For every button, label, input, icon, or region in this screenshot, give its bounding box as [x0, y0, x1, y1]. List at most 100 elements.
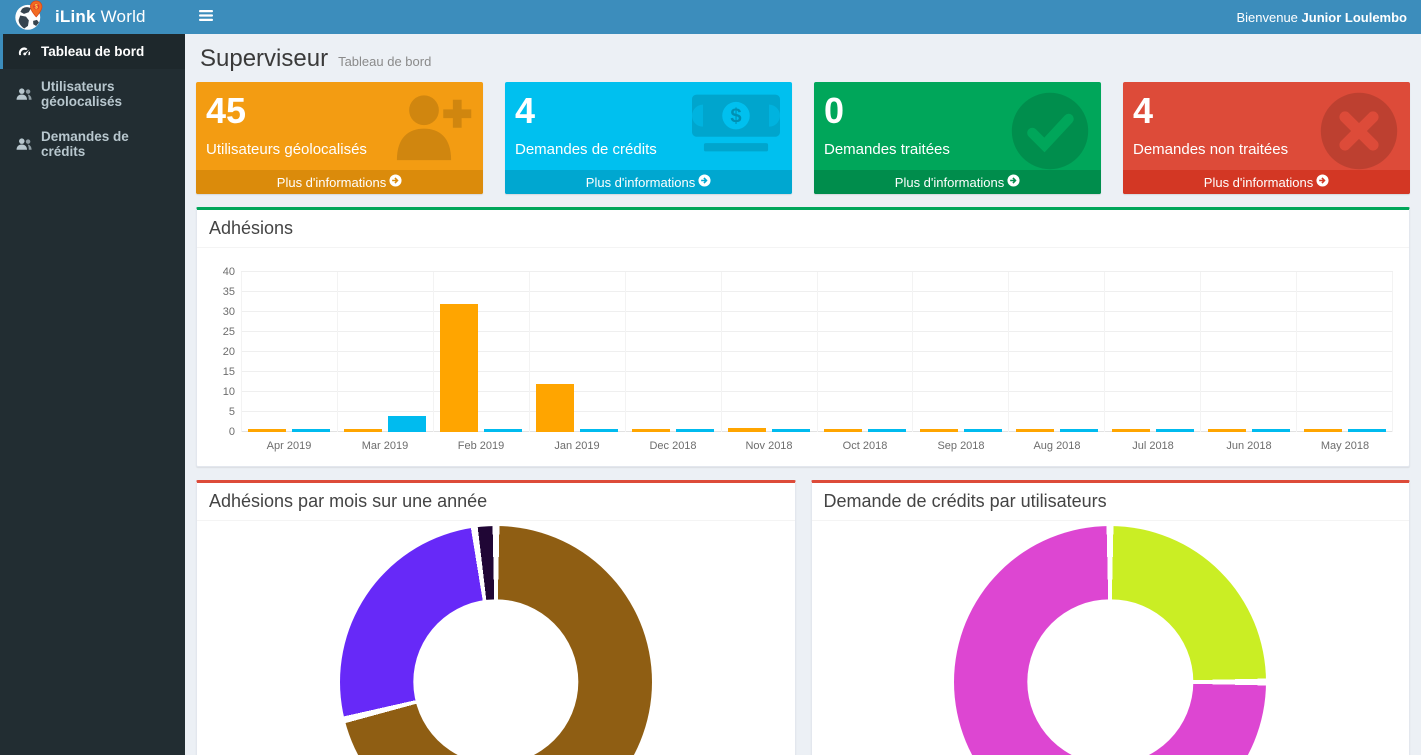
- adhesions-bar-chart: 0510152025303540Apr 2019Mar 2019Feb 2019…: [207, 258, 1399, 456]
- donut-hole: [413, 599, 578, 755]
- bar: [632, 429, 670, 432]
- bar-group: [625, 272, 721, 432]
- bar: [868, 429, 906, 432]
- bar: [772, 429, 810, 432]
- bar: [388, 416, 426, 432]
- sidebar-item-label: Demandes de crédits: [41, 129, 175, 159]
- bar-group: [433, 272, 529, 432]
- bar-group: [337, 272, 433, 432]
- donut-hole: [1028, 599, 1193, 755]
- times-circle-icon: [1318, 90, 1400, 177]
- svg-text:$: $: [730, 106, 741, 128]
- brand-text: iLink World: [55, 7, 146, 27]
- globe-pin-logo-icon: $: [14, 0, 46, 37]
- y-axis-tick: 5: [207, 406, 235, 418]
- more-info-link[interactable]: Plus d'informations: [505, 170, 792, 194]
- adhesions-chart-title: Adhésions: [197, 210, 1409, 248]
- credits-donut-chart: [954, 526, 1266, 755]
- credits-donut-box: Demande de crédits par utilisateurs: [811, 480, 1411, 755]
- sidebar-toggle-button[interactable]: [185, 0, 227, 34]
- info-box-demandes-de-cr-dits: 4Demandes de crédits$Plus d'informations: [505, 82, 792, 194]
- bar-group: [1296, 272, 1392, 432]
- y-axis-tick: 15: [207, 366, 235, 378]
- main-content: Superviseur Tableau de bord 45Utilisateu…: [185, 34, 1421, 755]
- page-title: Superviseur: [200, 45, 328, 73]
- arrow-circle-right-icon: [698, 174, 711, 190]
- info-box-demandes-trait-es: 0Demandes traitéesPlus d'informations: [814, 82, 1101, 194]
- bar-group: [1008, 272, 1104, 432]
- bar: [1112, 429, 1150, 432]
- info-box-utilisateurs-g-olocalis-s: 45Utilisateurs géolocalisésPlus d'inform…: [196, 82, 483, 194]
- y-axis-tick: 20: [207, 346, 235, 358]
- bar-group: [817, 272, 913, 432]
- y-axis-tick: 35: [207, 286, 235, 298]
- sidebar: Tableau de bord Utilisateurs géolocalisés…: [0, 34, 185, 755]
- sidebar-item-utilisateurs-g-olocalis-s[interactable]: Utilisateurs géolocalisés: [0, 69, 185, 119]
- bar: [292, 429, 330, 432]
- sidebar-item-label: Tableau de bord: [41, 44, 144, 59]
- info-box-demandes-non-trait-es: 4Demandes non traitéesPlus d'information…: [1123, 82, 1410, 194]
- x-axis-tick: Sep 2018: [913, 440, 1009, 452]
- x-axis-tick: Aug 2018: [1009, 440, 1105, 452]
- x-axis-tick: Jan 2019: [529, 440, 625, 452]
- x-axis-tick: Dec 2018: [625, 440, 721, 452]
- bar: [1208, 429, 1246, 432]
- page-header: Superviseur Tableau de bord: [196, 34, 1410, 82]
- x-axis-tick: May 2018: [1297, 440, 1393, 452]
- user-plus-icon: [389, 90, 473, 167]
- bar: [676, 429, 714, 432]
- bar: [920, 429, 958, 432]
- bar-group: [1104, 272, 1200, 432]
- x-axis-tick: Feb 2019: [433, 440, 529, 452]
- y-axis-tick: 30: [207, 306, 235, 318]
- bar-group: [912, 272, 1008, 432]
- x-axis-tick: Apr 2019: [241, 440, 337, 452]
- bar: [1304, 429, 1342, 432]
- dashboard-icon: [16, 44, 32, 59]
- sidebar-item-tableau-de-bord[interactable]: Tableau de bord: [0, 34, 185, 69]
- bar-group: [721, 272, 817, 432]
- adhesions-chart-box: Adhésions 0510152025303540Apr 2019Mar 20…: [196, 207, 1410, 467]
- x-axis-labels: Apr 2019Mar 2019Feb 2019Jan 2019Dec 2018…: [241, 436, 1393, 456]
- more-info-link[interactable]: Plus d'informations: [196, 170, 483, 194]
- money-icon: $: [690, 90, 782, 161]
- bar: [824, 429, 862, 432]
- x-axis-tick: Nov 2018: [721, 440, 817, 452]
- bar: [536, 384, 574, 432]
- bar: [1060, 429, 1098, 432]
- bar: [1156, 429, 1194, 432]
- sidebar-item-demandes-de-cr-dits[interactable]: Demandes de crédits: [0, 119, 185, 169]
- adhesions-donut-title: Adhésions par mois sur une année: [197, 483, 795, 521]
- hamburger-icon: [199, 8, 213, 26]
- sidebar-item-label: Utilisateurs géolocalisés: [41, 79, 175, 109]
- y-axis-tick: 25: [207, 326, 235, 338]
- bar-group: [529, 272, 625, 432]
- arrow-circle-right-icon: [389, 174, 402, 190]
- check-circle-icon: [1009, 90, 1091, 177]
- brand-logo-link[interactable]: $ iLink World: [0, 0, 185, 34]
- bar-chart-plot: [241, 272, 1393, 432]
- bar-group: [241, 272, 337, 432]
- bar: [248, 429, 286, 432]
- credits-donut-title: Demande de crédits par utilisateurs: [812, 483, 1410, 521]
- y-axis-tick: 0: [207, 426, 235, 438]
- y-axis-tick: 40: [207, 266, 235, 278]
- adhesions-donut-box: Adhésions par mois sur une année: [196, 480, 796, 755]
- bar-group: [1200, 272, 1296, 432]
- bar: [1252, 429, 1290, 432]
- top-navbar: $ iLink World Bienvenue Junior Loulembo: [0, 0, 1421, 34]
- users-icon: [16, 87, 32, 101]
- bar: [580, 429, 618, 432]
- users-icon: [16, 137, 32, 151]
- bar: [1348, 429, 1386, 432]
- adhesions-donut-chart: [340, 526, 652, 755]
- bar: [440, 304, 478, 432]
- info-boxes-row: 45Utilisateurs géolocalisésPlus d'inform…: [196, 82, 1410, 194]
- x-axis-tick: Oct 2018: [817, 440, 913, 452]
- x-axis-tick: Mar 2019: [337, 440, 433, 452]
- bar: [1016, 429, 1054, 432]
- x-axis-tick: Jul 2018: [1105, 440, 1201, 452]
- x-axis-tick: Jun 2018: [1201, 440, 1297, 452]
- welcome-message: Bienvenue Junior Loulembo: [1236, 10, 1421, 25]
- donut-charts-row: Adhésions par mois sur une année Demande…: [196, 467, 1410, 755]
